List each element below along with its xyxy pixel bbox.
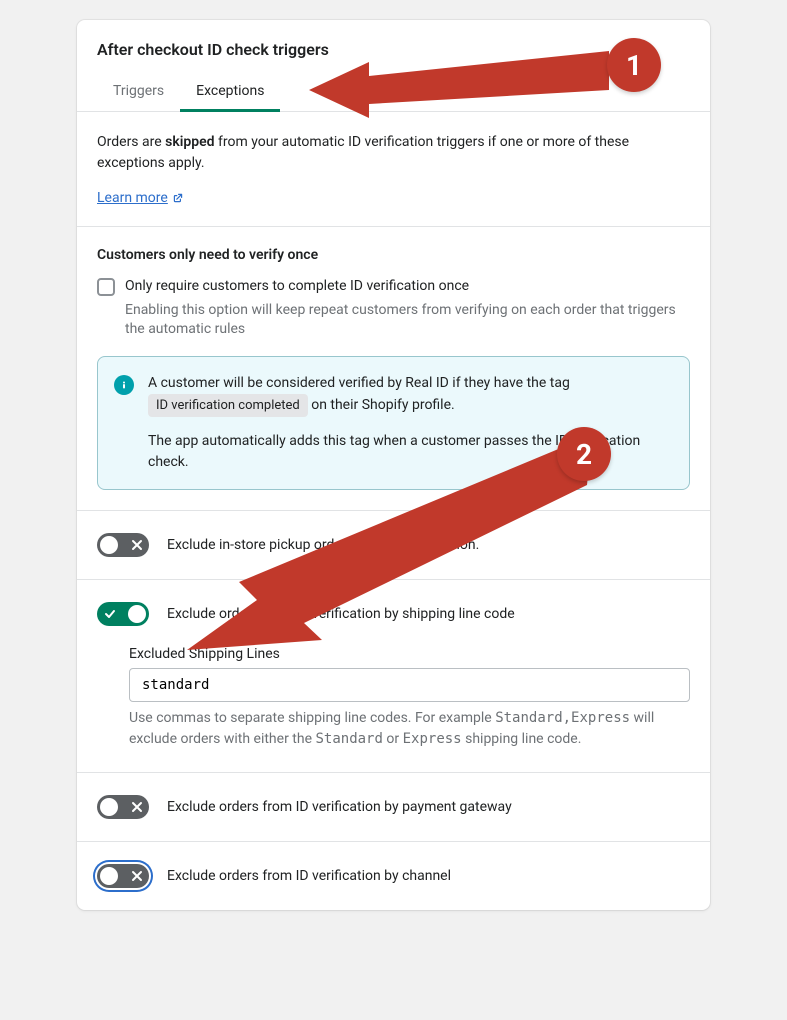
- verify-once-checkbox-row: Only require customers to complete ID ve…: [97, 277, 690, 340]
- shipping-toggle[interactable]: [97, 602, 149, 626]
- x-icon: [131, 870, 143, 882]
- x-icon: [131, 801, 143, 813]
- verify-once-section: Customers only need to verify once Only …: [77, 227, 710, 511]
- x-icon: [131, 539, 143, 551]
- tab-bar: Triggers Exceptions: [77, 73, 710, 112]
- page-title: After checkout ID check triggers: [97, 40, 690, 59]
- verify-once-checkbox[interactable]: [97, 278, 115, 296]
- channel-toggle[interactable]: [97, 864, 149, 888]
- verify-once-desc: Enabling this option will keep repeat cu…: [125, 301, 690, 340]
- check-icon: [104, 608, 116, 620]
- learn-more-link[interactable]: Learn more: [97, 190, 184, 206]
- external-link-icon: [172, 192, 184, 204]
- shipping-help: Use commas to separate shipping line cod…: [129, 708, 690, 750]
- shipping-label: Exclude orders from ID verification by s…: [167, 606, 515, 622]
- verify-once-heading: Customers only need to verify once: [97, 247, 690, 263]
- tab-triggers[interactable]: Triggers: [97, 73, 180, 112]
- channel-label: Exclude orders from ID verification by c…: [167, 868, 451, 884]
- toggle-knob: [100, 798, 118, 816]
- settings-card: After checkout ID check triggers Trigger…: [77, 20, 710, 910]
- info-banner: A customer will be considered verified b…: [97, 356, 690, 491]
- toggle-knob: [100, 536, 118, 554]
- info-line1: A customer will be considered verified b…: [148, 373, 673, 418]
- shipping-toggle-section: Exclude orders from ID verification by s…: [77, 580, 710, 773]
- verify-once-label: Only require customers to complete ID ve…: [125, 277, 690, 297]
- toggle-knob: [100, 867, 118, 885]
- intro-section: Orders are skipped from your automatic I…: [77, 112, 710, 227]
- gateway-toggle[interactable]: [97, 795, 149, 819]
- shipping-lines-subfield: Excluded Shipping Lines Use commas to se…: [97, 646, 690, 750]
- instore-toggle[interactable]: [97, 533, 149, 557]
- channel-toggle-row: Exclude orders from ID verification by c…: [77, 842, 710, 910]
- gateway-toggle-row: Exclude orders from ID verification by p…: [77, 773, 710, 842]
- tag-chip: ID verification completed: [148, 394, 308, 418]
- tab-exceptions[interactable]: Exceptions: [180, 73, 280, 112]
- gateway-label: Exclude orders from ID verification by p…: [167, 799, 512, 815]
- info-icon: [114, 375, 134, 395]
- card-header: After checkout ID check triggers Trigger…: [77, 20, 710, 112]
- info-line2: The app automatically adds this tag when…: [148, 431, 673, 473]
- intro-text: Orders are skipped from your automatic I…: [97, 132, 690, 174]
- toggle-knob: [128, 605, 146, 623]
- shipping-lines-label: Excluded Shipping Lines: [129, 646, 690, 662]
- instore-label: Exclude in-store pickup orders from ID v…: [167, 537, 479, 553]
- instore-toggle-row: Exclude in-store pickup orders from ID v…: [77, 511, 710, 580]
- excluded-shipping-lines-input[interactable]: [129, 668, 690, 702]
